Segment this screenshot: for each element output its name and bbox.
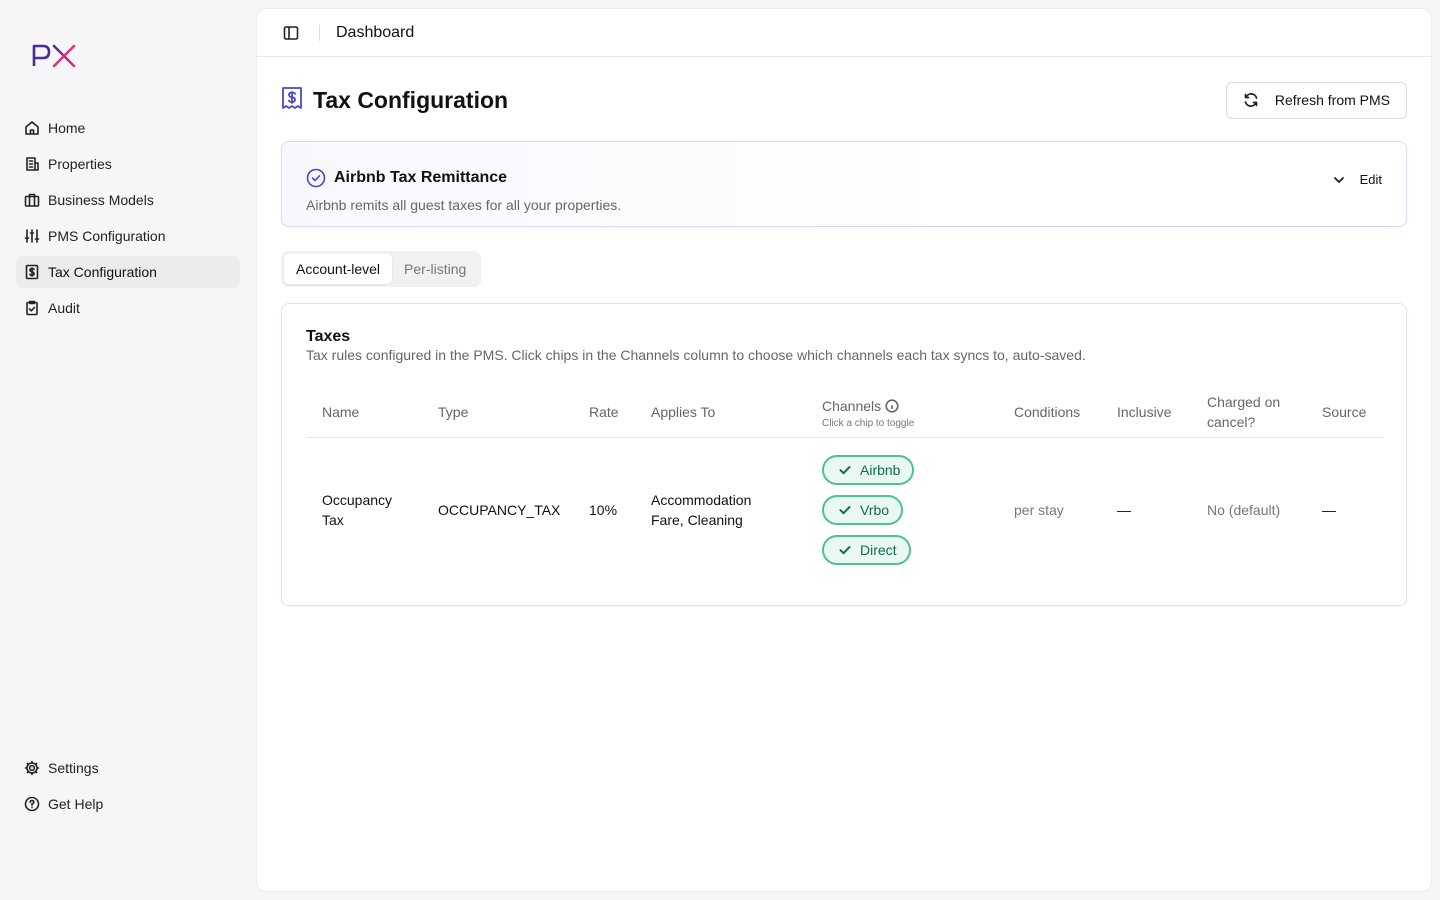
cell-source: — (1322, 502, 1336, 518)
channel-chip-airbnb[interactable]: Airbnb (822, 455, 915, 485)
cell-rate: 10% (589, 502, 618, 518)
receipt-dollar-icon (24, 264, 40, 280)
sidebar-item-label: Properties (48, 156, 112, 172)
cell-type: OCCUPANCY_TAX (438, 502, 561, 518)
panel-left-icon (283, 25, 299, 40)
column-header-conditions: Conditions (1014, 404, 1081, 420)
sidebar-item-label: Home (48, 120, 86, 136)
column-header-channels: Channels Click a chip to toggle (822, 396, 914, 430)
taxes-title: Taxes (306, 328, 351, 345)
column-header-type: Type (438, 404, 469, 420)
check-icon (839, 546, 851, 555)
sidebar-bottom-nav: Settings Get Help (16, 752, 240, 824)
chip-label: Airbnb (860, 462, 901, 478)
sidebar-toggle-button[interactable] (281, 23, 301, 43)
refresh-icon (1244, 93, 1258, 107)
channels-hint: Click a chip to toggle (822, 418, 915, 429)
sidebar-item-home[interactable]: Home (16, 112, 240, 144)
sidebar-item-settings[interactable]: Settings (16, 752, 240, 784)
cell-name: Occupancy Tax (322, 490, 392, 530)
taxes-card: Taxes Tax rules configured in the PMS. C… (281, 303, 1407, 606)
column-header-applies-to: Applies To (651, 404, 716, 420)
column-header-inclusive: Inclusive (1117, 404, 1172, 420)
taxes-table: Name Type Rate Applies To Channels Click… (306, 386, 1384, 584)
sidebar-item-get-help[interactable]: Get Help (16, 788, 240, 820)
airbnb-tax-remittance-card: Airbnb Tax Remittance Airbnb remits all … (281, 141, 1407, 227)
check-icon (839, 466, 851, 475)
cell-applies-to-line-2: Fare, Cleaning (651, 512, 743, 528)
sidebar-item-label: Tax Configuration (48, 264, 157, 280)
column-header-charged-on-cancel: Charged on cancel? (1207, 392, 1280, 432)
info-icon[interactable] (885, 398, 899, 418)
topbar: Dashboard (257, 9, 1431, 57)
sliders-icon (24, 228, 40, 244)
taxes-description: Tax rules configured in the PMS. Click c… (306, 347, 1086, 363)
channel-chip-direct[interactable]: Direct (822, 535, 911, 565)
column-header-name: Name (322, 404, 360, 420)
refresh-button-label: Refresh from PMS (1274, 92, 1390, 108)
page-title-group: Tax Configuration (281, 86, 508, 115)
sidebar-item-label: Settings (48, 760, 99, 776)
sidebar-item-label: Get Help (48, 796, 104, 812)
charged-on-cancel-line-1: Charged on (1207, 394, 1281, 410)
chip-label: Direct (860, 542, 897, 558)
gear-icon (24, 760, 40, 776)
table-row: Occupancy Tax OCCUPANCY_TAX 10% Accommod… (306, 438, 1384, 584)
remittance-edit-button[interactable]: Edit (1332, 172, 1382, 187)
tab-account-level[interactable]: Account-level (284, 254, 393, 284)
column-header-rate: Rate (589, 404, 619, 420)
sidebar-nav: Home Properties Business Models PMS Conf… (16, 112, 240, 328)
chip-label: Vrbo (860, 502, 890, 518)
topbar-separator (319, 24, 320, 41)
cell-inclusive: — (1117, 502, 1131, 518)
px-logo[interactable] (30, 40, 82, 72)
edit-label: Edit (1359, 172, 1382, 187)
sidebar-item-label: PMS Configuration (48, 228, 166, 244)
cell-conditions: per stay (1014, 502, 1064, 518)
sidebar: Home Properties Business Models PMS Conf… (0, 0, 256, 900)
sidebar-item-properties[interactable]: Properties (16, 148, 240, 180)
remittance-title: Airbnb Tax Remittance (334, 169, 508, 186)
clipboard-check-icon (24, 300, 40, 316)
refresh-from-pms-button[interactable]: Refresh from PMS (1225, 81, 1407, 119)
help-circle-icon (24, 796, 40, 812)
receipt-dollar-icon (281, 86, 303, 115)
briefcase-icon (24, 192, 40, 208)
channel-chip-vrbo[interactable]: Vrbo (822, 495, 904, 525)
building-icon (24, 156, 40, 172)
check-circle-icon (306, 168, 326, 188)
sidebar-item-label: Business Models (48, 192, 154, 208)
breadcrumb: Dashboard (336, 23, 415, 41)
page-header: Tax Configuration Refresh from PMS (281, 81, 1407, 119)
cell-name-line-2: Tax (322, 512, 344, 528)
sidebar-item-business-models[interactable]: Business Models (16, 184, 240, 216)
sidebar-item-tax-configuration[interactable]: Tax Configuration (16, 256, 240, 288)
tab-per-listing[interactable]: Per-listing (392, 254, 478, 284)
page-title: Tax Configuration (313, 86, 509, 113)
tax-scope-tabs: Account-level Per-listing (281, 251, 482, 287)
cell-name-line-1: Occupancy (322, 492, 393, 508)
chevron-down-icon (1333, 176, 1344, 183)
remittance-title-group: Airbnb Tax Remittance (306, 168, 507, 188)
sidebar-item-label: Audit (48, 300, 80, 316)
channels-header-label: Channels (822, 398, 882, 414)
sidebar-item-audit[interactable]: Audit (16, 292, 240, 324)
remittance-description: Airbnb remits all guest taxes for all yo… (306, 197, 622, 213)
sidebar-item-pms-configuration[interactable]: PMS Configuration (16, 220, 240, 252)
cell-applies-to: Accommodation Fare, Cleaning (651, 490, 751, 530)
cell-applies-to-line-1: Accommodation (651, 492, 752, 508)
home-icon (24, 120, 40, 136)
charged-on-cancel-line-2: cancel? (1207, 414, 1256, 430)
table-header: Name Type Rate Applies To Channels Click… (306, 386, 1384, 438)
cell-charged-on-cancel: No (default) (1207, 502, 1281, 518)
check-icon (839, 506, 851, 515)
column-header-source: Source (1322, 404, 1367, 420)
px-logo-mark (32, 44, 76, 68)
main-panel: Dashboard Tax Configuration Refresh from… (256, 8, 1432, 892)
